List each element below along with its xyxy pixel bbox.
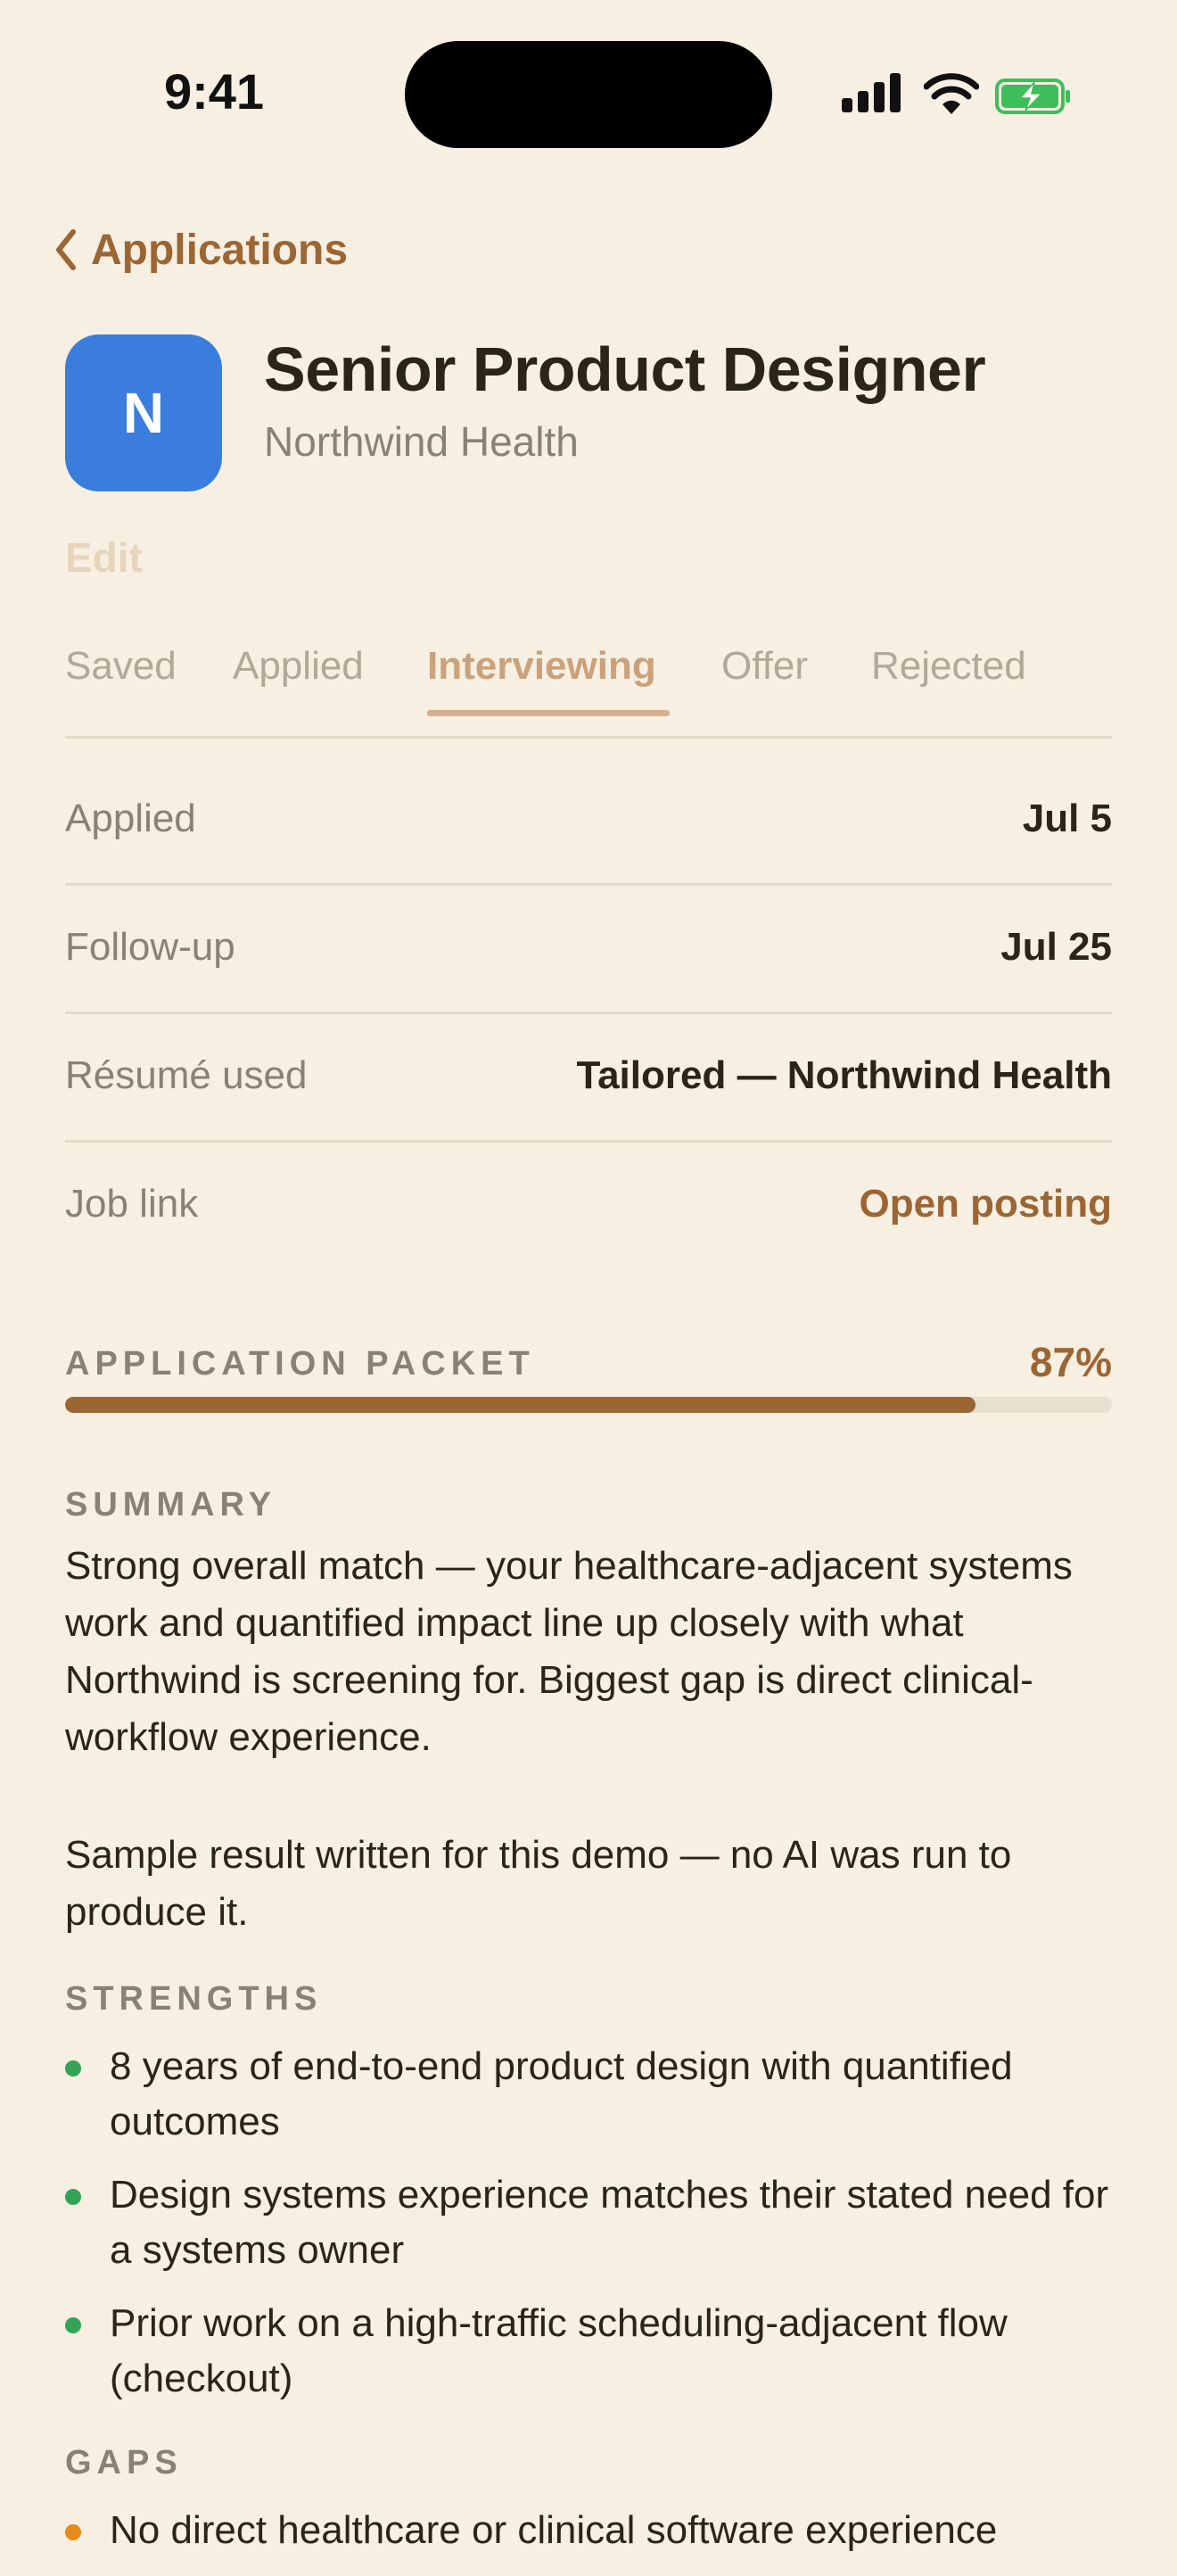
list-item: Design systems experience matches their … (65, 2167, 1126, 2278)
active-tab-indicator (427, 710, 670, 716)
strengths-list: 8 years of end-to-end product design wit… (65, 2039, 1126, 2424)
company-logo: N (65, 334, 222, 491)
company-name: Northwind Health (264, 418, 579, 465)
status-time: 9:41 (163, 63, 265, 120)
strength-dot-icon (65, 2189, 81, 2205)
company-logo-letter: N (122, 381, 165, 445)
wifi-icon (924, 73, 979, 114)
status-tabs: Saved Applied Interviewing Offer Rejecte… (65, 644, 1112, 737)
list-item: No direct healthcare or clinical softwar… (65, 2503, 1126, 2558)
back-label: Applications (91, 226, 349, 274)
followup-label: Follow-up (65, 925, 235, 969)
job-link-label: Job link (65, 1182, 199, 1226)
summary-title: SUMMARY (65, 1486, 276, 1523)
list-item: 8 years of end-to-end product design wit… (65, 2039, 1126, 2150)
edit-button[interactable]: Edit (65, 533, 143, 582)
open-posting-link[interactable]: Open posting (859, 1182, 1112, 1226)
tab-applied[interactable]: Applied (233, 644, 364, 689)
resume-label: Résumé used (65, 1053, 308, 1097)
packet-label: APPLICATION PACKET (65, 1345, 535, 1383)
list-item: Prior work on a high-traffic scheduling-… (65, 2296, 1126, 2407)
applied-label: Applied (65, 797, 196, 840)
detail-row-followup: Follow-up Jul 25 (65, 883, 1112, 1011)
packet-progress-bar (65, 1397, 1112, 1413)
applied-date: Jul 5 (1022, 797, 1112, 840)
followup-date: Jul 25 (1000, 925, 1112, 969)
resume-value: Tailored — Northwind Health (576, 1053, 1112, 1097)
status-icons (842, 73, 1074, 118)
dynamic-island (405, 41, 772, 148)
strength-dot-icon (65, 2317, 81, 2333)
gaps-list: No direct healthcare or clinical softwar… (65, 2503, 1126, 2576)
tab-offer[interactable]: Offer (721, 644, 808, 689)
detail-row-job-link: Job link Open posting (65, 1140, 1112, 1268)
chevron-left-icon (56, 229, 76, 270)
packet-percent: 87% (1029, 1339, 1112, 1385)
tab-saved[interactable]: Saved (65, 644, 177, 689)
detail-row-resume: Résumé used Tailored — Northwind Health (65, 1011, 1112, 1140)
summary-note: Sample result written for this demo — no… (65, 1833, 1012, 1934)
summary-text: Strong overall match — your healthcare-a… (65, 1544, 1073, 1759)
packet-progress-fill (65, 1397, 976, 1413)
strengths-title: STRENGTHS (65, 1980, 323, 2018)
tabs-divider (65, 736, 1112, 739)
gaps-title: GAPS (65, 2444, 183, 2481)
tab-interviewing[interactable]: Interviewing (427, 644, 656, 689)
strength-dot-icon (65, 2060, 81, 2076)
gap-dot-icon (65, 2524, 81, 2540)
cellular-signal-icon (842, 73, 902, 114)
tab-rejected[interactable]: Rejected (871, 644, 1026, 689)
job-title: Senior Product Designer (264, 334, 986, 404)
detail-row-applied: Applied Jul 5 (65, 755, 1112, 883)
back-button[interactable]: Applications (54, 218, 348, 282)
battery-charging-icon (995, 78, 1070, 114)
